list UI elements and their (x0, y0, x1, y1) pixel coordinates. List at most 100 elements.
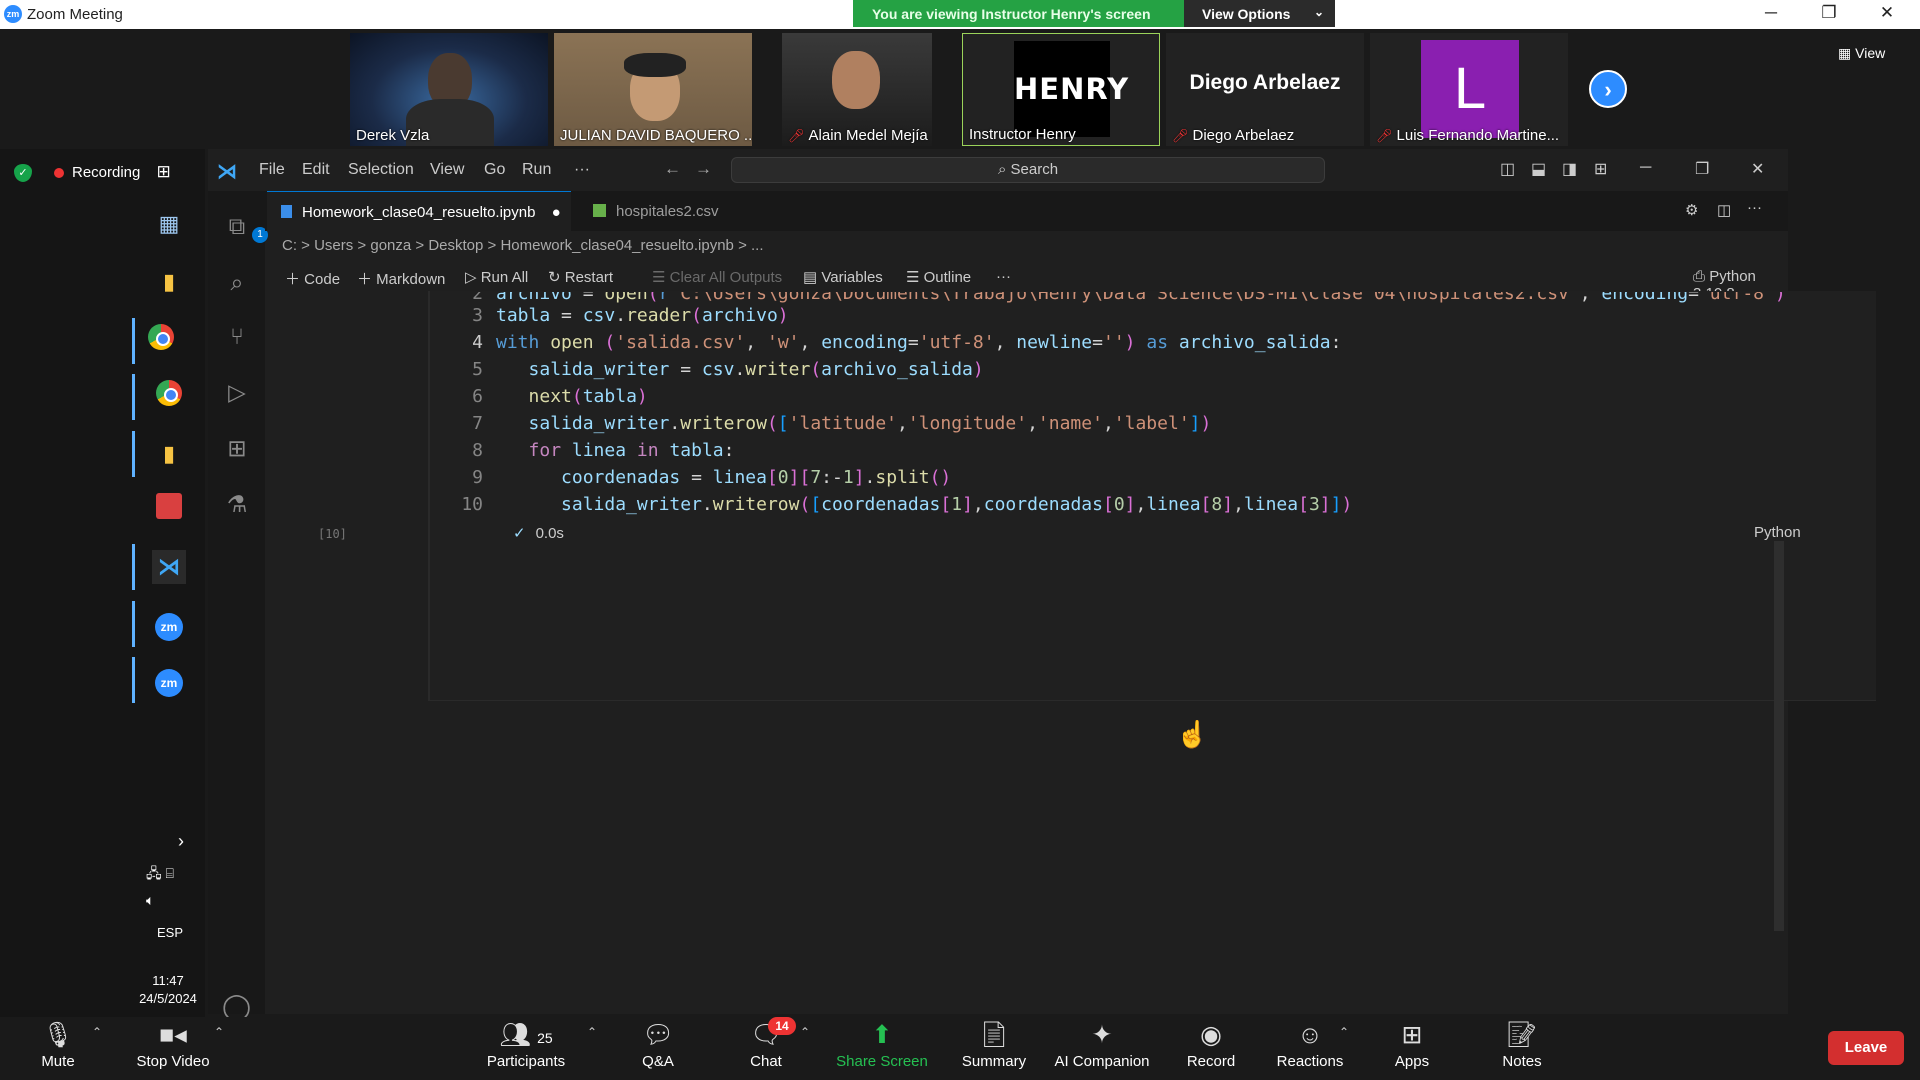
minimize-icon[interactable]: ─ (1640, 159, 1651, 177)
participants-button[interactable]: 👥︎ 25 Participants (480, 1017, 572, 1080)
participant-name: Derek Vzla (356, 127, 430, 144)
notebook-toolbar: ＋ Code ＋ Markdown ▷ Run All ↻ Restart ☰ … (265, 263, 1788, 302)
microphone-icon: 🎙︎ (42, 1021, 74, 1049)
chevron-right-icon: › (1604, 77, 1612, 102)
language-indicator[interactable]: ESP (157, 925, 183, 940)
qa-button[interactable]: 💬︎ Q&A (630, 1017, 686, 1080)
chevron-up-icon[interactable]: ⌃ (587, 1025, 597, 1039)
forward-arrow-icon[interactable]: → (695, 159, 712, 179)
participant-tile[interactable]: L 🎤︎ Luis Fernando Martine... (1370, 33, 1568, 146)
smiley-icon: ☺ (1297, 1021, 1323, 1049)
tab-notebook[interactable]: Homework_clase04_resuelto.ipynb ● (267, 191, 571, 231)
close-icon[interactable]: ✕ (1751, 159, 1764, 179)
minimize-icon[interactable]: ─ (1759, 3, 1783, 23)
toggle-sidebar-icon[interactable]: ◫ (1500, 159, 1515, 179)
restore-icon[interactable]: ❐ (1695, 159, 1709, 179)
search-icon[interactable]: ⌕ (222, 267, 252, 297)
menu-more[interactable]: ··· (574, 161, 590, 179)
record-button[interactable]: ◉ Record (1182, 1017, 1240, 1080)
tab-csv[interactable]: hospitales2.csv (573, 191, 743, 231)
menu-view[interactable]: View (430, 161, 464, 179)
chevron-up-icon[interactable]: ⌃ (800, 1025, 810, 1039)
next-page-button[interactable]: › (1589, 70, 1627, 108)
command-center-search[interactable]: ⌕ Search (731, 157, 1325, 183)
participant-tile-active[interactable]: HENRY Instructor Henry (962, 33, 1160, 146)
chevron-up-icon[interactable]: ⌃ (214, 1025, 224, 1039)
menu-go[interactable]: Go (484, 161, 505, 179)
chrome-icon[interactable] (152, 380, 186, 414)
cell-language[interactable]: Python (1754, 524, 1801, 541)
participant-tile[interactable]: 🎤︎ Alain Medel Mejía (782, 33, 932, 146)
view-options-button[interactable]: View Options ⌄ (1184, 0, 1335, 27)
record-label: Record (1186, 1053, 1236, 1070)
view-button[interactable]: ▦ View (1838, 45, 1885, 62)
participant-tile[interactable]: Derek Vzla (350, 33, 548, 146)
participant-tile[interactable]: JULIAN DAVID BAQUERO ... (554, 33, 752, 146)
toggle-secondary-sidebar-icon[interactable]: ◨ (1562, 159, 1577, 179)
run-all-button[interactable]: ▷ Run All (465, 268, 528, 286)
chevron-up-icon[interactable]: ⌃ (92, 1025, 102, 1039)
windows-icon[interactable]: ⊞ (157, 162, 171, 181)
zoom-icon[interactable]: zm (152, 607, 186, 641)
add-markdown-cell-button[interactable]: ＋ Markdown (357, 268, 445, 289)
apps-button[interactable]: ⊞ Apps (1388, 1017, 1436, 1080)
share-screen-button[interactable]: ⬆︎ Share Screen (834, 1017, 930, 1080)
outline-button[interactable]: ☰ Outline (906, 268, 971, 286)
zoom-icon[interactable]: zm (152, 663, 186, 697)
network-icon[interactable]: 🖧︎ ⌸ (146, 863, 174, 887)
pdf-reader-icon[interactable] (152, 493, 186, 527)
notes-button[interactable]: 📝︎ Notes (1498, 1017, 1546, 1080)
testing-icon[interactable]: ⚗ (222, 489, 252, 519)
clear-outputs-button[interactable]: ☰ Clear All Outputs (652, 268, 782, 286)
active-indicator (132, 374, 135, 420)
explorer-icon[interactable]: ⧉ 1 (222, 211, 268, 243)
restore-icon[interactable]: ❐ (1817, 3, 1841, 23)
clock[interactable]: 11:47 24/5/2024 (132, 972, 204, 1008)
split-editor-icon[interactable]: ◫ (1717, 201, 1731, 219)
vscode-icon[interactable]: ⋊ (152, 550, 186, 584)
line-number: 10 (461, 494, 483, 515)
participant-name-text: Diego Arbelaez (1192, 127, 1295, 144)
volume-icon[interactable]: 🔈︎ (146, 892, 154, 909)
restart-button[interactable]: ↻ Restart (548, 268, 613, 286)
ai-companion-button[interactable]: ✦ AI Companion (1050, 1017, 1154, 1080)
record-icon: ◉ (1200, 1021, 1222, 1049)
close-icon[interactable]: ✕ (1875, 3, 1899, 23)
summary-label: Summary (961, 1053, 1027, 1070)
toolbar-more-button[interactable]: ··· (996, 268, 1011, 285)
line-number: 3 (472, 305, 483, 326)
reactions-button[interactable]: ☺ Reactions (1274, 1017, 1346, 1080)
extensions-icon[interactable]: ⊞ (222, 433, 252, 463)
more-actions-icon[interactable]: ··· (1747, 199, 1762, 216)
back-arrow-icon[interactable]: ← (664, 159, 681, 179)
customize-layout-icon[interactable]: ⊞ (1594, 159, 1607, 179)
chevron-right-icon[interactable]: › (178, 831, 184, 852)
mute-label: Mute (41, 1053, 75, 1070)
settings-gear-icon[interactable]: ⚙ (1685, 201, 1698, 219)
source-control-icon[interactable]: ⑂ (222, 321, 252, 351)
breadcrumb[interactable]: C: > Users > gonza > Desktop > Homework_… (282, 237, 764, 254)
run-debug-icon[interactable]: ▷ (222, 377, 252, 407)
summary-button[interactable]: 📄︎ Summary (956, 1017, 1032, 1080)
mute-button[interactable]: 🎙︎ Mute (28, 1017, 88, 1080)
calculator-icon[interactable]: ▦ (152, 207, 186, 241)
chrome-icon[interactable] (144, 324, 178, 358)
chevron-up-icon[interactable]: ⌃ (1339, 1025, 1349, 1039)
folder-icon[interactable]: ▮ (152, 437, 186, 471)
search-icon: ⌕ (997, 161, 1007, 178)
add-code-cell-button[interactable]: ＋ Code (285, 268, 340, 289)
menu-selection[interactable]: Selection (348, 161, 414, 179)
editor-scrollbar[interactable] (1774, 541, 1784, 931)
toggle-panel-icon[interactable]: ⬓ (1531, 159, 1546, 179)
participant-tile[interactable]: Diego Arbelaez 🎤︎ Diego Arbelaez (1166, 33, 1364, 146)
stop-video-button[interactable]: ■◂ Stop Video (130, 1017, 216, 1080)
code-cell[interactable]: 2 archivo = open(r'C:\Users\gonza\Documen… (318, 291, 1876, 703)
unsaved-dot-icon[interactable]: ● (552, 204, 561, 221)
participant-name-text: Alain Medel Mejía (808, 127, 928, 144)
variables-button[interactable]: ▤ Variables (803, 268, 883, 286)
menu-edit[interactable]: Edit (302, 161, 330, 179)
menu-run[interactable]: Run (522, 161, 551, 179)
folder-icon[interactable]: ▮ (152, 265, 186, 299)
menu-file[interactable]: File (259, 161, 285, 179)
leave-button[interactable]: Leave (1828, 1031, 1904, 1065)
